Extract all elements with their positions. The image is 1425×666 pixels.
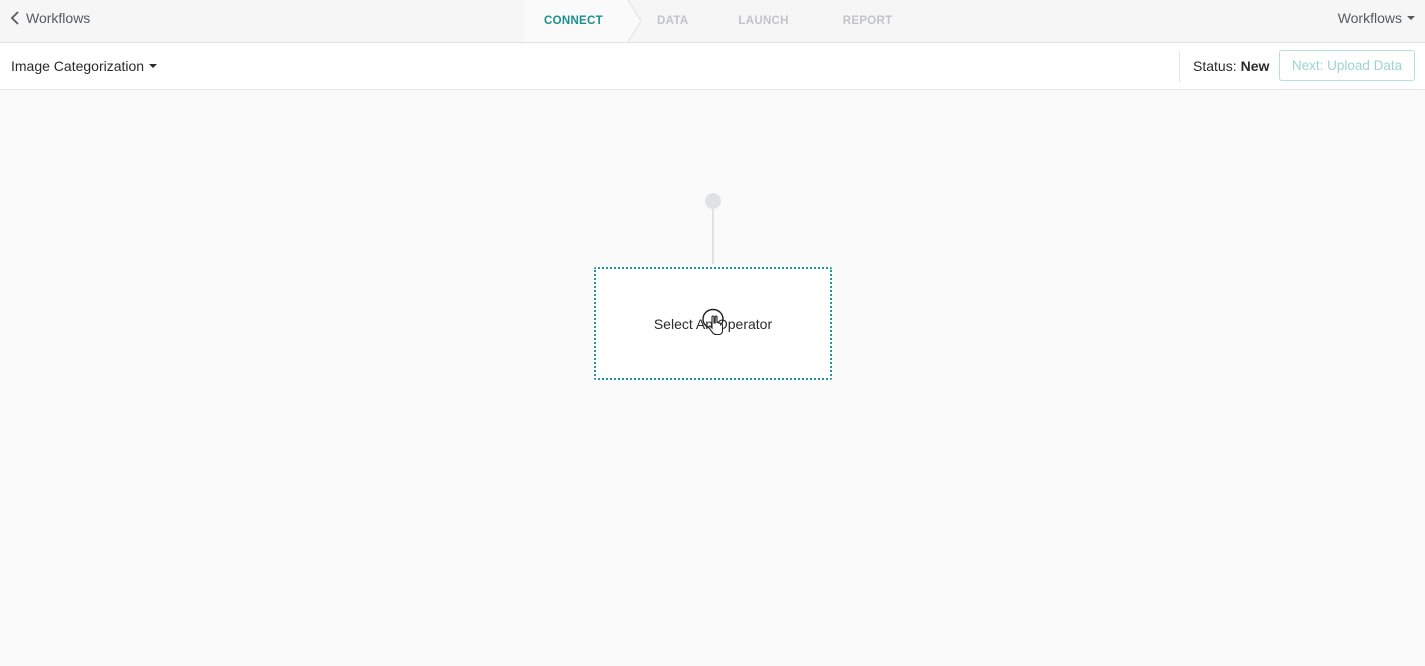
workflows-menu[interactable]: Workflows [1338,0,1415,36]
workflow-canvas: Select An Operator [0,90,1425,666]
caret-down-icon [1407,16,1415,20]
back-to-workflows-link[interactable]: Workflows [10,0,90,36]
workflow-steps: CONNECT DATA LAUNCH REPORT [524,0,893,42]
top-nav: Workflows CONNECT DATA LAUNCH REPORT Wor… [0,0,1425,43]
select-operator-box[interactable]: Select An Operator [594,267,832,380]
workflows-menu-label: Workflows [1337,10,1402,26]
step-data-label: DATA [656,15,689,27]
next-upload-data-button[interactable]: Next: Upload Data [1279,50,1415,81]
connector-line [712,209,714,264]
step-report[interactable]: REPORT [816,0,893,42]
status-indicator: Status: New [1193,43,1269,89]
workflow-selector[interactable]: Image Categorization [11,43,158,89]
workflow-header: Image Categorization Status: New Next: U… [0,43,1425,90]
status-value: New [1240,58,1270,74]
chevron-left-icon [10,11,19,25]
step-connect[interactable]: CONNECT [524,0,641,42]
status-label: Status: [1193,58,1237,74]
operator-placeholder-label: Select An Operator [653,315,773,332]
back-link-label: Workflows [26,10,91,26]
step-connect-label: CONNECT [544,15,603,27]
caret-down-icon [149,64,158,68]
header-divider [1179,51,1180,82]
step-report-label: REPORT [842,15,893,27]
workflow-name: Image Categorization [11,58,145,74]
step-separator-icon [625,0,641,42]
input-node-dot[interactable] [705,193,721,209]
step-launch[interactable]: LAUNCH [713,0,815,42]
step-launch-label: LAUNCH [738,15,789,27]
